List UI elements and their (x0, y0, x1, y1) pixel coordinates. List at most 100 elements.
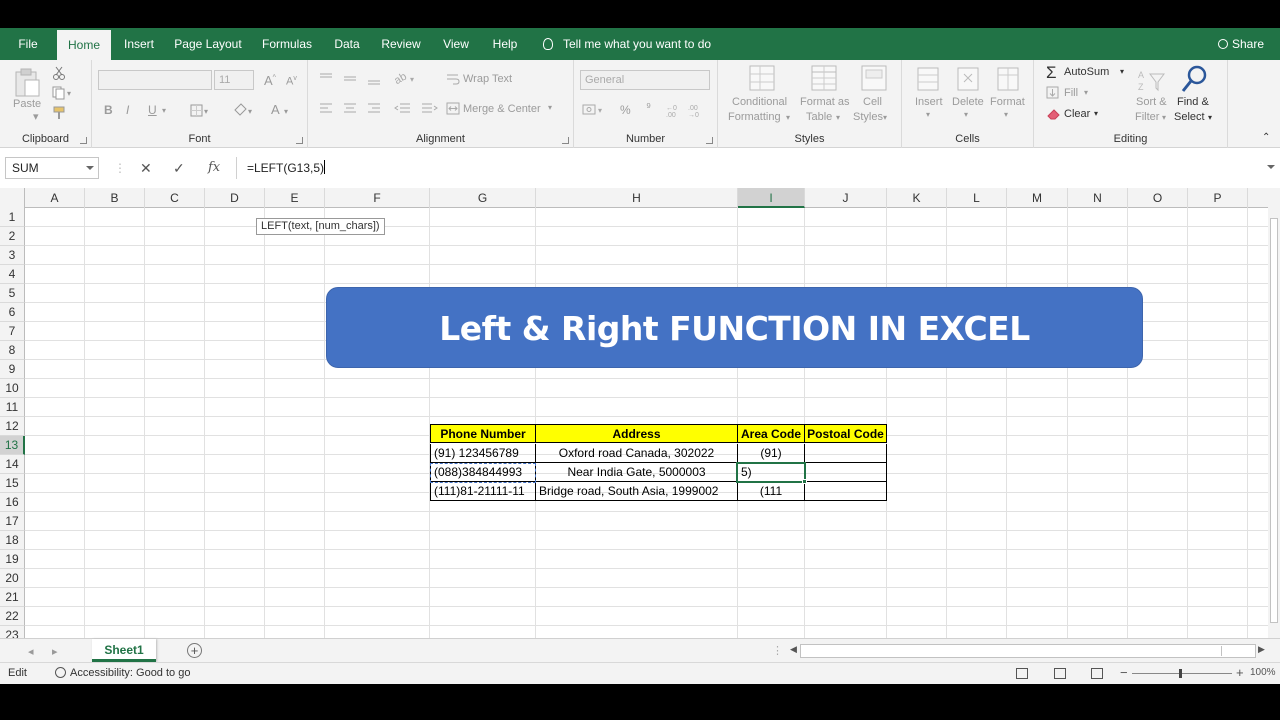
horizontal-scrollbar[interactable]: ◀ ▶ (788, 644, 1268, 658)
alignment-dialog-launcher[interactable] (562, 137, 569, 144)
spreadsheet-grid[interactable]: ABCDEFGHIJKLMNOP 1 2 3 4 5 6 7 8 9 10 11 12 13 14 15 16… (0, 188, 1268, 638)
orientation-icon[interactable]: ab ▾ (394, 70, 418, 86)
merge-center-icon[interactable] (446, 102, 460, 116)
table-cell[interactable] (805, 482, 887, 501)
expand-formula-bar-icon[interactable] (1267, 165, 1275, 169)
header-phone-number[interactable]: Phone Number (430, 424, 536, 443)
next-sheet-icon[interactable]: ▸ (52, 645, 58, 658)
sheet-tab-sheet1[interactable]: Sheet1 (92, 639, 156, 662)
row-header-9[interactable]: 9 (0, 360, 25, 379)
zoom-slider[interactable] (1132, 669, 1232, 678)
row-header-21[interactable]: 21 (0, 588, 25, 607)
horizontal-align-icons[interactable] (318, 102, 388, 116)
tab-file[interactable]: File (12, 28, 44, 60)
row-header-8[interactable]: 8 (0, 341, 25, 360)
indent-icons[interactable] (394, 102, 438, 116)
insert-cells-label[interactable]: Insert (915, 96, 943, 108)
autosum-button[interactable]: AutoSum (1064, 66, 1109, 78)
column-header-j[interactable]: J (805, 188, 887, 208)
column-header-a[interactable]: A (25, 188, 85, 208)
sort-filter-icon[interactable]: AZ (1136, 66, 1166, 96)
row-header-18[interactable]: 18 (0, 531, 25, 550)
decimal-icons[interactable]: ←0.00.00→0 (666, 102, 710, 118)
header-address[interactable]: Address (536, 424, 738, 443)
insert-cells-icon[interactable] (916, 64, 942, 94)
font-size-dropdown[interactable]: 11 (214, 70, 254, 90)
table-cell[interactable]: Near India Gate, 5000003 (536, 463, 738, 482)
column-header-g[interactable]: G (430, 188, 536, 208)
underline-button[interactable]: U (148, 103, 157, 117)
row-header-5[interactable]: 5 (0, 284, 25, 303)
row-header-11[interactable]: 11 (0, 398, 25, 417)
italic-button[interactable]: I (126, 103, 129, 117)
conditional-formatting-icon[interactable] (748, 64, 778, 94)
row-header-6[interactable]: 6 (0, 303, 25, 322)
share-button[interactable]: Share (1218, 28, 1264, 60)
row-header-10[interactable]: 10 (0, 379, 25, 398)
cell-label[interactable]: Cell (863, 96, 882, 108)
column-header-c[interactable]: C (145, 188, 205, 208)
select-all-corner[interactable] (0, 188, 25, 208)
vertical-align-icons[interactable] (318, 72, 388, 86)
format-cells-label[interactable]: Format (990, 96, 1025, 108)
merge-center-button[interactable]: Merge & Center (463, 103, 541, 115)
delete-cells-icon[interactable] (956, 64, 982, 94)
accounting-format-icon[interactable]: ▾ (582, 103, 612, 117)
table-cell[interactable] (805, 463, 887, 482)
tab-insert[interactable]: Insert (119, 28, 159, 60)
header-area-code[interactable]: Area Code (738, 424, 805, 443)
format-as-label[interactable]: Format as (800, 96, 850, 108)
format-painter-icon[interactable] (52, 106, 66, 120)
column-header-h[interactable]: H (536, 188, 738, 208)
wrap-text-button[interactable]: Wrap Text (463, 73, 512, 85)
bold-button[interactable]: B (104, 103, 113, 117)
tell-me-search[interactable]: Tell me what you want to do (543, 28, 711, 60)
collapse-ribbon-icon[interactable]: ⌃ (1262, 132, 1270, 143)
formatting-label[interactable]: Formatting (728, 111, 781, 123)
add-sheet-icon[interactable]: + (187, 643, 202, 658)
cell-styles-icon[interactable] (860, 64, 890, 94)
column-header-n[interactable]: N (1068, 188, 1128, 208)
page-break-view-icon[interactable] (1091, 668, 1103, 679)
row-header-23[interactable]: 23 (0, 626, 25, 638)
table-cell[interactable]: (111)81-21111-11 (430, 482, 536, 501)
horizontal-scroll-thumb[interactable] (802, 646, 1222, 656)
column-header-o[interactable]: O (1128, 188, 1188, 208)
decrease-font-icon[interactable]: Av (286, 75, 297, 88)
insert-function-button[interactable]: fx (208, 157, 220, 179)
tab-help[interactable]: Help (488, 28, 522, 60)
row-header-19[interactable]: 19 (0, 550, 25, 569)
tab-page-layout[interactable]: Page Layout (172, 28, 244, 60)
row-header-22[interactable]: 22 (0, 607, 25, 626)
number-format-dropdown[interactable]: General (580, 70, 710, 90)
wrap-text-icon[interactable] (446, 72, 460, 86)
row-header-4[interactable]: 4 (0, 265, 25, 284)
column-header-i[interactable]: I (738, 188, 805, 208)
clear-button[interactable]: Clear (1064, 108, 1090, 120)
column-header-b[interactable]: B (85, 188, 145, 208)
row-header-13[interactable]: 13 (0, 436, 25, 455)
font-color-icon[interactable]: A ▾ (270, 102, 294, 118)
column-header-m[interactable]: M (1007, 188, 1068, 208)
header-postal-code[interactable]: Postoal Code (805, 424, 887, 443)
tab-review[interactable]: Review (378, 28, 424, 60)
fill-down-icon[interactable] (1046, 86, 1060, 100)
vertical-scrollbar[interactable]: ▲ ▼ (1268, 188, 1280, 662)
tab-home[interactable]: Home (57, 30, 111, 62)
number-dialog-launcher[interactable] (706, 137, 713, 144)
column-header-k[interactable]: K (887, 188, 947, 208)
tab-data[interactable]: Data (330, 28, 364, 60)
table-cell[interactable]: Bridge road, South Asia, 1999002 (536, 482, 738, 501)
table-cell[interactable]: (91) 123456789 (430, 444, 536, 463)
sort-label[interactable]: Sort & (1136, 96, 1167, 108)
conditional-label[interactable]: Conditional (732, 96, 787, 108)
row-header-16[interactable]: 16 (0, 493, 25, 512)
enter-button[interactable]: ✓ (173, 157, 185, 179)
delete-cells-label[interactable]: Delete (952, 96, 984, 108)
filter-label[interactable]: Filter (1135, 111, 1159, 123)
row-header-2[interactable]: 2 (0, 227, 25, 246)
zoom-level[interactable]: 100% (1250, 667, 1276, 678)
title-banner[interactable]: Left & Right FUNCTION IN EXCEL (326, 287, 1143, 368)
borders-icon[interactable]: ▾ (190, 104, 210, 118)
accessibility-status[interactable]: Accessibility: Good to go (55, 667, 190, 679)
